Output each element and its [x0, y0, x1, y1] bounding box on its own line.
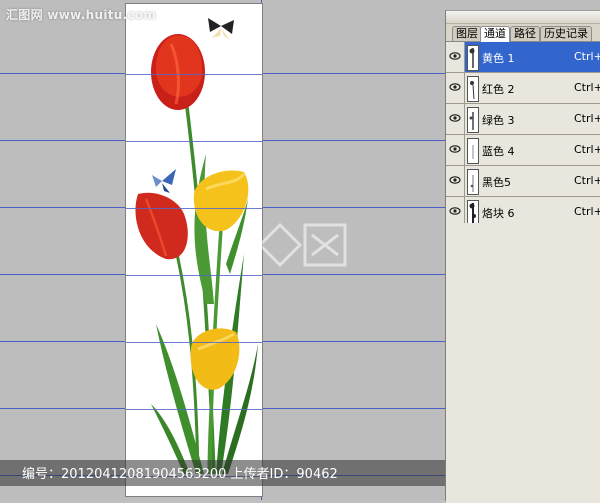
- eye-icon: [449, 83, 461, 91]
- eye-icon: [449, 114, 461, 122]
- visibility-toggle[interactable]: [446, 73, 465, 103]
- eye-icon: [449, 52, 461, 60]
- channel-name: 黄色 1: [482, 52, 515, 65]
- channel-thumbnail: [467, 76, 479, 102]
- channels-panel: 图层 通道 路径 历史记录 黄色 1 Ctrl+1 红色 2 Ctrl+2: [445, 10, 600, 503]
- channel-shortcut: Ctrl+5: [574, 174, 600, 187]
- eye-icon: [449, 176, 461, 184]
- channel-row-green[interactable]: 绿色 3 Ctrl+3: [446, 104, 600, 135]
- channel-thumbnail: [467, 45, 479, 71]
- panel-tabs: 图层 通道 路径 历史记录: [446, 24, 600, 42]
- guide-line[interactable]: [126, 275, 262, 276]
- channel-name: 蓝色 4: [482, 145, 515, 158]
- panel-titlebar[interactable]: [446, 11, 600, 24]
- channel-row-blue[interactable]: 蓝色 4 Ctrl+4: [446, 135, 600, 166]
- channel-shortcut: Ctrl+3: [574, 112, 600, 125]
- channel-thumbnail: [467, 107, 479, 133]
- channel-name: 红色 2: [482, 83, 515, 96]
- tulip-artwork: [135, 18, 258, 475]
- watermark-site-label: 汇图网 www.huitu.com: [6, 8, 157, 22]
- channel-row-black[interactable]: 黑色5 Ctrl+5: [446, 166, 600, 197]
- document-canvas[interactable]: [125, 3, 263, 497]
- channel-row-yellow[interactable]: 黄色 1 Ctrl+1: [446, 42, 600, 73]
- tab-history[interactable]: 历史记录: [540, 26, 592, 41]
- channel-shortcut: Ctrl+6: [574, 205, 600, 218]
- channel-shortcut: Ctrl+1: [574, 50, 600, 63]
- guide-line[interactable]: [126, 74, 262, 75]
- channel-thumbnail: [467, 138, 479, 164]
- guide-line[interactable]: [126, 208, 262, 209]
- visibility-toggle[interactable]: [446, 135, 465, 165]
- channel-row-red[interactable]: 红色 2 Ctrl+2: [446, 73, 600, 104]
- channel-list: 黄色 1 Ctrl+1 红色 2 Ctrl+2 绿色 3 Ctrl+3 蓝色 4: [446, 42, 600, 228]
- panel-empty-area: [446, 223, 600, 503]
- tab-channels[interactable]: 通道: [480, 26, 510, 42]
- guide-line[interactable]: [126, 342, 262, 343]
- guide-line[interactable]: [126, 409, 262, 410]
- eye-icon: [449, 145, 461, 153]
- channel-shortcut: Ctrl+2: [574, 81, 600, 94]
- eye-icon: [449, 207, 461, 215]
- watermark-logo: [257, 222, 347, 268]
- watermark-footer-text: 编号：20120412081904563200 上传者ID：90462: [22, 467, 338, 482]
- channel-name: 黑色5: [482, 176, 511, 189]
- channel-name: 烙块 6: [482, 207, 515, 220]
- channel-thumbnail: [467, 169, 479, 195]
- visibility-toggle[interactable]: [446, 104, 465, 134]
- channel-name: 绿色 3: [482, 114, 515, 127]
- tab-paths[interactable]: 路径: [510, 26, 540, 41]
- visibility-toggle[interactable]: [446, 166, 465, 196]
- channel-shortcut: Ctrl+4: [574, 143, 600, 156]
- guide-line[interactable]: [126, 141, 262, 142]
- visibility-toggle[interactable]: [446, 42, 465, 72]
- tab-layers[interactable]: 图层: [452, 26, 482, 41]
